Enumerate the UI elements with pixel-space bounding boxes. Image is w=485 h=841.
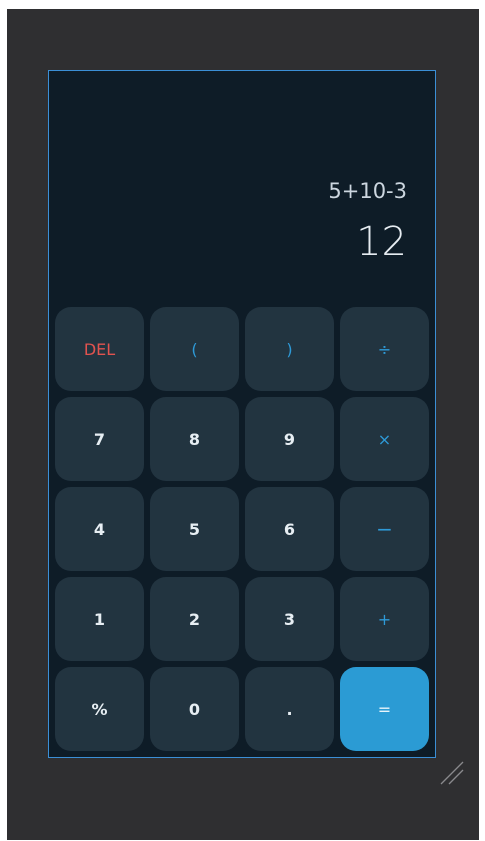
digit-7-button[interactable]: 7 bbox=[55, 397, 144, 481]
display-area: 5+10-3 12 bbox=[49, 71, 435, 303]
delete-button[interactable]: DEL bbox=[55, 307, 144, 391]
digit-2-button[interactable]: 2 bbox=[150, 577, 239, 661]
close-paren-button[interactable]: ) bbox=[245, 307, 334, 391]
expression-display: 5+10-3 bbox=[328, 179, 407, 203]
resize-grip-icon[interactable] bbox=[437, 758, 465, 786]
digit-6-button[interactable]: 6 bbox=[245, 487, 334, 571]
equals-button[interactable]: = bbox=[340, 667, 429, 751]
decimal-point-button[interactable]: . bbox=[245, 667, 334, 751]
result-display: 12 bbox=[356, 219, 407, 265]
open-paren-button[interactable]: ( bbox=[150, 307, 239, 391]
digit-1-button[interactable]: 1 bbox=[55, 577, 144, 661]
digit-9-button[interactable]: 9 bbox=[245, 397, 334, 481]
digit-3-button[interactable]: 3 bbox=[245, 577, 334, 661]
digit-0-button[interactable]: 0 bbox=[150, 667, 239, 751]
subtract-button[interactable]: − bbox=[340, 487, 429, 571]
digit-5-button[interactable]: 5 bbox=[150, 487, 239, 571]
divide-button[interactable]: ÷ bbox=[340, 307, 429, 391]
percent-button[interactable]: % bbox=[55, 667, 144, 751]
digit-4-button[interactable]: 4 bbox=[55, 487, 144, 571]
multiply-button[interactable]: × bbox=[340, 397, 429, 481]
add-button[interactable]: + bbox=[340, 577, 429, 661]
calculator-window: 5+10-3 12 DEL ( ) ÷ 7 8 9 × 4 5 6 − 1 2 … bbox=[48, 70, 436, 758]
digit-8-button[interactable]: 8 bbox=[150, 397, 239, 481]
